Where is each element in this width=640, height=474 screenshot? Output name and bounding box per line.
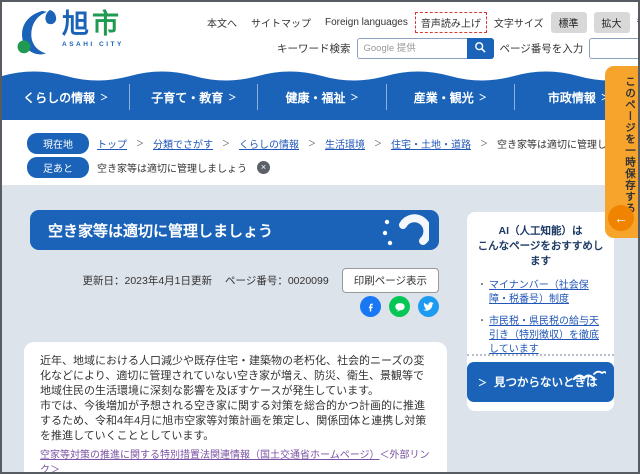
chevron-right-icon: ＞ <box>228 93 237 102</box>
breadcrumb-link-top[interactable]: トップ <box>97 136 127 151</box>
nav-item-childcare-education[interactable]: 子育て・教育＞ <box>130 84 259 110</box>
footprint-row: 足あと 空き家等は適切に管理しましょう × <box>27 157 270 178</box>
text-to-speech-button[interactable]: 音声読み上げ <box>414 12 487 33</box>
foreign-languages-link[interactable]: Foreign languages <box>325 17 408 28</box>
font-size-label: 文字サイズ <box>493 19 544 30</box>
footprint-page-title: 空き家等は適切に管理しましょう <box>97 164 247 175</box>
wave-decoration-icon <box>373 213 432 250</box>
search-icon <box>474 41 487 57</box>
updated-date: 更新日：2023年4月1日更新 <box>82 275 213 287</box>
resident-tax-link[interactable]: 市民税・県民税の給与天引き（特別徴収）を徹底しています <box>489 315 604 357</box>
breadcrumb-link-category[interactable]: 分類でさがす <box>153 136 213 151</box>
ai-recommendation-title: AI（人工知能）は こんなページをおすすめします <box>477 225 604 268</box>
global-navigation: くらしの情報＞ 子育て・教育＞ 健康・福祉＞ 産業・観光＞ 市政情報＞ <box>2 66 638 120</box>
page-title-bar: 空き家等は適切に管理しましょう <box>30 210 439 250</box>
ai-recommendation-item: ・ マイナンバー（社会保障・税番号）制度 <box>477 279 604 307</box>
breadcrumb-link-environment[interactable]: 生活環境 <box>325 136 365 151</box>
site-subtitle: ASAHI CITY <box>62 41 124 49</box>
keyword-search-input[interactable] <box>356 38 467 59</box>
chevron-right-icon: ＞ <box>478 93 487 102</box>
twitter-share-icon[interactable] <box>418 296 439 317</box>
site-title: 旭市 <box>62 9 122 39</box>
article-paragraph-2: 市では、今後増加が予想される空き家に関する対策を総合的かつ計画的に推進するため、… <box>40 400 427 442</box>
article-paragraph-1: 近年、地域における人口減少や既存住宅・建築物の老朽化、社会的ニーズの変化などによ… <box>40 355 425 397</box>
breadcrumb-separator: ＞ <box>136 139 144 148</box>
breadcrumb-link-living[interactable]: くらしの情報 <box>239 136 299 151</box>
font-large-button[interactable]: 拡大 <box>593 12 630 33</box>
font-standard-button[interactable]: 標準 <box>550 12 587 33</box>
breadcrumb-link-housing[interactable]: 住宅・土地・道路 <box>391 136 471 151</box>
site-logo[interactable]: 旭市 ASAHI CITY <box>12 8 124 63</box>
header-utility-links: 本文へ サイトマップ Foreign languages 音声読み上げ 文字サイ… <box>207 12 638 33</box>
keyword-search-button[interactable] <box>466 38 494 59</box>
mynumber-link[interactable]: マイナンバー（社会保障・税番号）制度 <box>489 279 604 307</box>
bullet: ・ <box>477 315 487 327</box>
current-location-badge: 現在地 <box>27 133 89 154</box>
page-number: ページ番号：0020099 <box>225 275 329 287</box>
external-law-info-link[interactable]: 空家等対策の推進に関する特別措置法関連情報（国土交通省ホームページ） <box>40 450 380 461</box>
breadcrumb-separator: ＞ <box>222 139 230 148</box>
social-share-row <box>30 296 439 317</box>
page-number-label: ページ番号を入力 <box>499 43 584 55</box>
seagull-icon <box>572 369 607 388</box>
keyword-search-label: キーワード検索 <box>277 43 351 55</box>
arrow-left-icon[interactable]: ← <box>608 205 634 231</box>
breadcrumb-separator: ＞ <box>308 139 316 148</box>
nav-item-health-welfare[interactable]: 健康・福祉＞ <box>258 84 387 110</box>
save-page-tab-label: このページを一時保存する <box>624 76 636 214</box>
chevron-right-icon: ＞ <box>100 93 109 102</box>
chevron-right-icon: ＞ <box>478 377 488 388</box>
ai-recommendation-item: ・ 市民税・県民税の給与天引き（特別徴収）を徹底しています <box>477 315 604 357</box>
page-number-input[interactable] <box>589 38 638 59</box>
nav-item-industry-tourism[interactable]: 産業・観光＞ <box>387 84 515 110</box>
page-title: 空き家等は適切に管理しましょう <box>48 222 274 240</box>
skip-to-content-link[interactable]: 本文へ <box>207 15 237 30</box>
close-icon[interactable]: × <box>257 161 270 174</box>
chevron-right-icon: ＞ <box>350 93 359 102</box>
save-page-tab[interactable]: このページを一時保存する ← <box>605 66 638 238</box>
print-page-button[interactable]: 印刷ページ表示 <box>341 268 439 293</box>
facebook-share-icon[interactable] <box>360 296 381 317</box>
breadcrumb-separator: ＞ <box>480 139 488 148</box>
asahi-logo-icon <box>12 8 58 63</box>
page-meta-row: 更新日：2023年4月1日更新 ページ番号：0020099 印刷ページ表示 <box>30 268 439 293</box>
asahi-city-webpage: 旭市 ASAHI CITY 本文へ サイトマップ Foreign languag… <box>0 0 640 474</box>
dotted-divider <box>467 354 614 356</box>
not-found-help-button[interactable]: ＞ 見つからないときは <box>467 362 614 402</box>
line-share-icon[interactable] <box>389 296 410 317</box>
bullet: ・ <box>477 279 487 291</box>
breadcrumb: 現在地 トップ ＞ 分類でさがす ＞ くらしの情報 ＞ 生活環境 ＞ 住宅・土地… <box>27 133 638 154</box>
footprint-badge: 足あと <box>27 157 89 178</box>
nav-item-living-info[interactable]: くらしの情報＞ <box>2 84 131 110</box>
sitemap-link[interactable]: サイトマップ <box>251 15 311 30</box>
article-links: 空家等対策の推進に関する特別措置法関連情報（国土交通省ホームページ）＜外部リンク… <box>40 449 431 472</box>
article-body-card: 近年、地域における人口減少や既存住宅・建築物の老朽化、社会的ニーズの変化などによ… <box>24 342 447 472</box>
header-search-row: キーワード検索 ページ番号を入力 <box>277 38 638 59</box>
breadcrumb-separator: ＞ <box>374 139 382 148</box>
background-color-label: 背景色 <box>637 15 638 30</box>
